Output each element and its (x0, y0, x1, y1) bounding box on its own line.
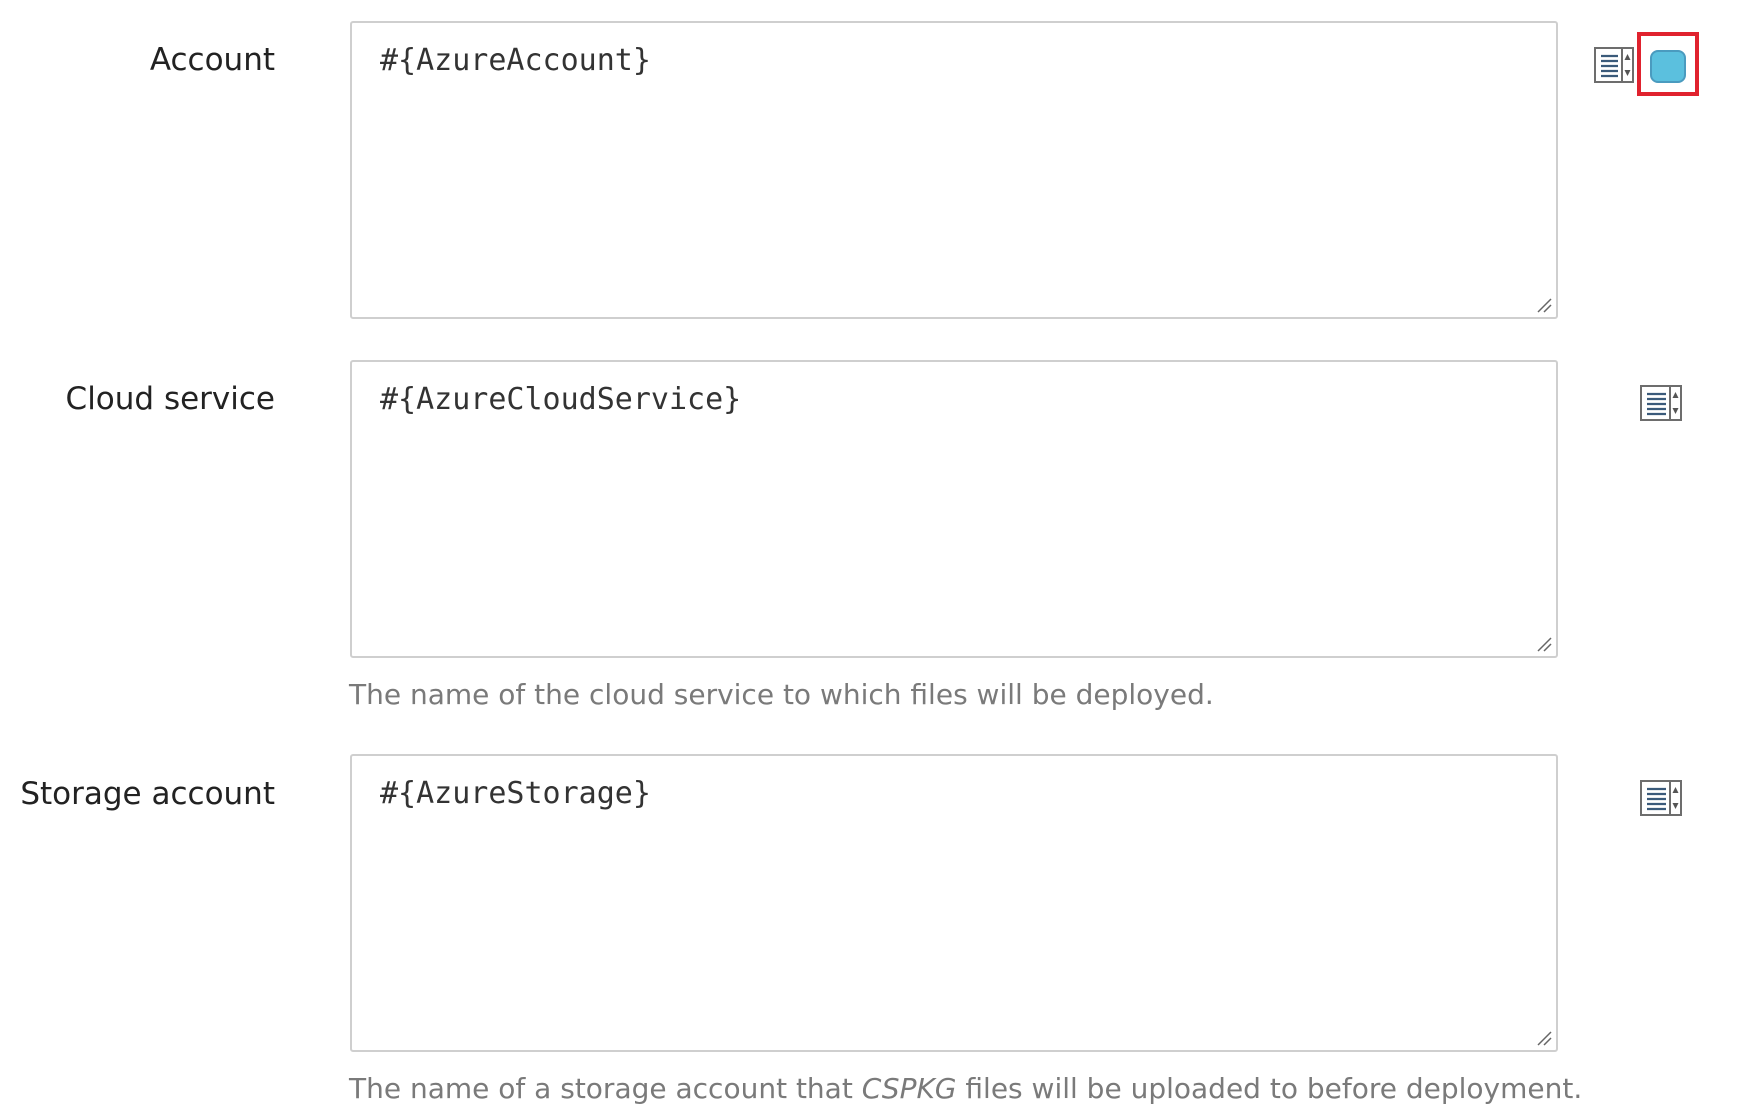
storage-account-list-select-icon[interactable] (1640, 780, 1682, 816)
storage-account-help-text: The name of a storage account that CSPKG… (349, 1072, 1582, 1105)
account-textarea[interactable]: #{AzureAccount} (350, 21, 1558, 319)
account-expression-toggle-button[interactable] (1637, 32, 1699, 96)
account-value: #{AzureAccount} (380, 43, 651, 78)
custom-expression-toggle-icon (1650, 50, 1686, 83)
storage-account-value: #{AzureStorage} (380, 776, 651, 811)
cloud-service-label: Cloud service (65, 381, 275, 417)
storage-account-label: Storage account (20, 776, 275, 812)
storage-help-emphasis: CSPKG (861, 1072, 957, 1105)
storage-account-textarea[interactable]: #{AzureStorage} (350, 754, 1558, 1052)
cloud-service-textarea[interactable]: #{AzureCloudService} (350, 360, 1558, 658)
account-label: Account (149, 42, 275, 78)
account-list-select-icon[interactable] (1594, 47, 1634, 83)
storage-help-after: files will be uploaded to before deploym… (956, 1072, 1583, 1105)
resize-handle-icon[interactable] (1536, 297, 1552, 313)
cloud-service-list-select-icon[interactable] (1640, 385, 1682, 421)
storage-help-before: The name of a storage account that (349, 1072, 862, 1105)
cloud-service-help-text: The name of the cloud service to which f… (349, 678, 1214, 711)
cloud-service-value: #{AzureCloudService} (380, 382, 742, 417)
resize-handle-icon[interactable] (1536, 1030, 1552, 1046)
resize-handle-icon[interactable] (1536, 636, 1552, 652)
